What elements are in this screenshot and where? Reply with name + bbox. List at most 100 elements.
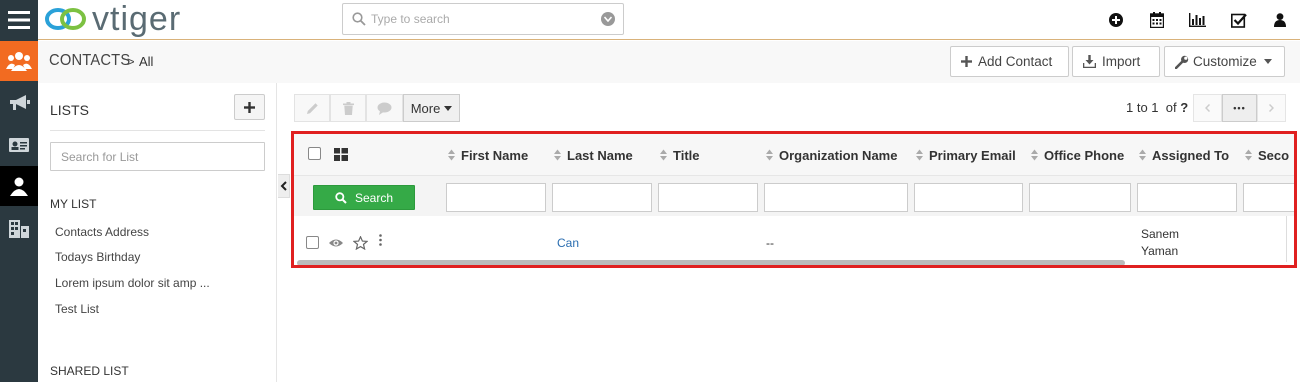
filter-phone-input[interactable]: [1029, 183, 1131, 212]
lists-panel: LISTS MY LIST Contacts Address Todays Bi…: [38, 83, 277, 382]
next-page-button[interactable]: [1257, 94, 1286, 122]
contacts-list-table: First Name Last Name Title Organization …: [291, 131, 1297, 268]
vtiger-logo[interactable]: vtiger: [44, 2, 181, 36]
sort-icon: [916, 149, 923, 161]
grid-columns-icon[interactable]: [334, 148, 348, 161]
wrench-icon: [1175, 55, 1189, 69]
add-contact-button[interactable]: Add Contact: [950, 46, 1069, 77]
column-header-primary-email[interactable]: Primary Email: [916, 134, 1016, 176]
module-title[interactable]: CONTACTS: [49, 52, 130, 70]
chevron-left-icon: [280, 181, 287, 191]
delete-button[interactable]: [330, 94, 366, 122]
list-item[interactable]: Lorem ipsum dolor sit amp ...: [55, 276, 210, 290]
comment-button[interactable]: [366, 94, 403, 122]
add-list-button[interactable]: [234, 94, 265, 120]
star-icon[interactable]: [353, 236, 368, 250]
select-all-checkbox[interactable]: [308, 147, 321, 160]
total-count[interactable]: ?: [1180, 100, 1188, 115]
my-list-title: MY LIST: [50, 197, 97, 211]
comment-icon: [377, 102, 392, 115]
rail-contacts-module[interactable]: [0, 41, 38, 81]
list-item[interactable]: Contacts Address: [55, 225, 149, 239]
rail-contact-cards[interactable]: [0, 125, 38, 165]
horizontal-scrollbar[interactable]: [297, 260, 1125, 265]
brand-name: vtiger: [92, 0, 182, 38]
app-rail: [0, 0, 38, 382]
breadcrumb-separator: >: [127, 54, 135, 69]
menu-icon: [8, 11, 30, 29]
filter-first-name-input[interactable]: [446, 183, 546, 212]
filter-title-input[interactable]: [658, 183, 758, 212]
chevron-left-icon: [1205, 104, 1210, 112]
pencil-icon: [306, 102, 318, 114]
list-item[interactable]: Todays Birthday: [55, 250, 140, 264]
more-vertical-icon[interactable]: [379, 234, 382, 246]
filter-organization-input[interactable]: [764, 183, 908, 212]
organization-icon: [9, 220, 29, 238]
page-jump-button[interactable]: •••: [1222, 94, 1257, 122]
row-checkbox[interactable]: [306, 236, 319, 249]
sort-icon: [766, 149, 773, 161]
filter-email-input[interactable]: [914, 183, 1023, 212]
list-item[interactable]: Test List: [55, 302, 99, 316]
import-button[interactable]: Import: [1072, 46, 1160, 77]
rail-organizations[interactable]: [0, 208, 38, 248]
collapse-panel-toggle[interactable]: [278, 174, 290, 198]
chevron-down-icon[interactable]: [601, 12, 615, 26]
list-search-input[interactable]: [50, 142, 265, 171]
plus-icon: [244, 101, 255, 113]
sort-icon: [660, 149, 667, 161]
sort-icon: [448, 149, 455, 161]
quick-create-button[interactable]: [1095, 0, 1136, 40]
edit-button[interactable]: [294, 94, 330, 122]
top-bar: vtiger: [38, 0, 1300, 40]
table-header: First Name Last Name Title Organization …: [294, 134, 1294, 176]
global-search[interactable]: [342, 3, 624, 35]
tasks-button[interactable]: [1218, 0, 1259, 40]
column-header-office-phone[interactable]: Office Phone: [1031, 134, 1124, 176]
global-search-input[interactable]: [371, 9, 591, 29]
trash-icon: [342, 101, 354, 115]
filter-assigned-to-input[interactable]: [1137, 183, 1237, 212]
module-header: CONTACTS > All Add Contact Import Custom…: [38, 41, 1300, 83]
menu-button[interactable]: [0, 0, 38, 40]
filter-last-name-input[interactable]: [552, 183, 652, 212]
vtiger-logo-icon: [45, 8, 86, 30]
table-row[interactable]: Can -- Sanem Yaman: [294, 216, 1294, 262]
caret-down-icon: [444, 105, 453, 111]
user-icon: [1273, 13, 1286, 27]
eye-icon[interactable]: [329, 238, 343, 248]
column-header-last-name[interactable]: Last Name: [554, 134, 633, 176]
search-icon: [335, 191, 347, 204]
column-header-assigned-to[interactable]: Assigned To: [1139, 134, 1229, 176]
bar-chart-icon: [1189, 13, 1206, 27]
search-button[interactable]: Search: [313, 185, 415, 210]
cell-last-name[interactable]: Can: [557, 236, 579, 250]
previous-page-button[interactable]: [1193, 94, 1222, 122]
user-menu-button[interactable]: [1259, 0, 1300, 40]
column-header-first-name[interactable]: First Name: [448, 134, 528, 176]
customize-button[interactable]: Customize: [1164, 46, 1285, 77]
more-dropdown[interactable]: More: [403, 94, 460, 122]
filter-secondary-input[interactable]: [1243, 183, 1294, 212]
contacts-module-icon: [6, 52, 32, 71]
pagination-info: 1 to 1 of ?: [1126, 100, 1189, 115]
table-filter-row: Search: [294, 176, 1294, 216]
column-header-secondary[interactable]: Seco: [1245, 134, 1289, 176]
plus-circle-icon: [1108, 13, 1123, 27]
megaphone-icon: [10, 95, 30, 110]
caret-down-icon: [1263, 59, 1272, 64]
column-divider: [1286, 216, 1287, 262]
calendar-icon: [1149, 12, 1164, 28]
column-header-organization-name[interactable]: Organization Name: [766, 134, 897, 176]
reports-button[interactable]: [1177, 0, 1218, 40]
download-icon: [1083, 55, 1096, 68]
cell-assigned-to-line1: Sanem: [1141, 227, 1180, 241]
column-header-title[interactable]: Title: [660, 134, 700, 176]
rail-marketing[interactable]: [0, 83, 38, 123]
calendar-button[interactable]: [1136, 0, 1177, 40]
chevron-right-icon: [1269, 104, 1274, 112]
rail-contacts[interactable]: [0, 166, 38, 206]
divider: [50, 130, 265, 131]
checkbox-icon: [1230, 13, 1247, 28]
